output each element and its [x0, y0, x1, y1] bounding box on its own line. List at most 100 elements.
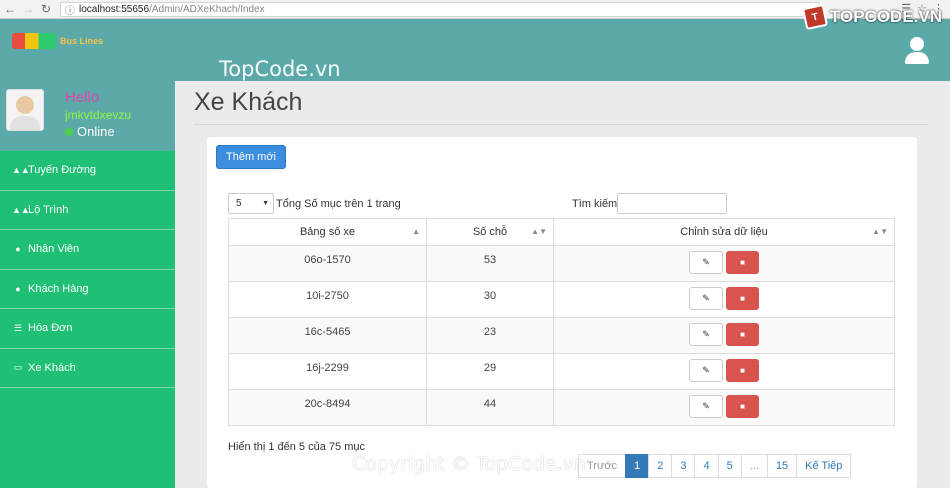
edit-button[interactable]: ✎	[689, 395, 723, 418]
online-status: Online	[65, 124, 115, 139]
delete-button[interactable]: ■	[726, 323, 759, 346]
user-account-icon[interactable]	[904, 37, 930, 65]
delete-button[interactable]: ■	[726, 395, 759, 418]
pagination-next[interactable]: Kế Tiếp	[796, 454, 852, 478]
page-title: Xe Khách	[194, 88, 303, 116]
sort-icon: ▲▼	[531, 227, 547, 236]
pagination-page-5[interactable]: 5	[717, 454, 742, 478]
user-profile: Hello jmkvtdxevzu Online	[0, 81, 175, 151]
logo-name: Bus Lines	[60, 36, 104, 46]
pagination-page-1[interactable]: 1	[625, 454, 650, 478]
reload-icon[interactable]: ↻	[38, 1, 54, 17]
sidebar-item-lo-trinh[interactable]: ▲▲ Lộ Trình	[0, 191, 175, 230]
pagination-page-15[interactable]: 15	[766, 454, 798, 478]
content-panel: Thêm mới 5 ▼ Tổng Số mục trên 1 trang Tì…	[207, 137, 917, 488]
road-icon: ▲▲	[12, 165, 30, 176]
trash-icon: ■	[740, 402, 745, 411]
back-icon[interactable]: ←	[2, 1, 18, 17]
chevron-down-icon: ▼	[262, 200, 269, 207]
column-header-actions[interactable]: Chỉnh sửa dữ liệu ▲▼	[553, 218, 895, 246]
plate-cell: 06o-1570	[228, 245, 427, 282]
sidebar-item-label: Khách Hàng	[28, 282, 89, 295]
page-size-value: 5	[236, 198, 242, 209]
edit-button[interactable]: ✎	[689, 359, 723, 382]
edit-icon: ✎	[702, 365, 710, 375]
plate-cell: 10i-2750	[228, 281, 427, 318]
edit-icon: ✎	[702, 401, 710, 411]
credit-card-icon: ▭	[13, 362, 23, 373]
forward-icon[interactable]: →	[20, 1, 36, 17]
sidebar-item-xe-khach[interactable]: ▭ Xe Khách	[0, 349, 175, 388]
trash-icon: ■	[740, 366, 745, 375]
top-header: Bus Lines TopCode.vn T TOPCODE.VN	[0, 3, 950, 81]
pagination-page-2[interactable]: 2	[648, 454, 673, 478]
column-header-seats[interactable]: Số chỗ ▲▼	[426, 218, 554, 246]
road-icon: ▲▲	[12, 204, 30, 215]
seats-cell: 29	[426, 353, 554, 390]
watermark: TopCode.vn	[219, 57, 341, 81]
table-row: 16c-5465 23 ✎ ■	[228, 317, 895, 354]
brand-logo: T TOPCODE.VN	[801, 3, 942, 31]
add-new-button[interactable]: Thêm mới	[216, 145, 286, 169]
sidebar-item-label: Hóa Đơn	[28, 322, 73, 335]
divider	[194, 124, 928, 125]
bus-logo-icon	[12, 33, 56, 49]
plate-cell: 16j-2299	[228, 353, 427, 390]
seats-cell: 53	[426, 245, 554, 282]
brand-name: TOPCODE.VN	[829, 7, 942, 26]
table-info: Hiển thị 1 đến 5 của 75 mục	[228, 441, 365, 453]
delete-button[interactable]: ■	[726, 287, 759, 310]
greeting: Hello	[65, 89, 100, 106]
brand-badge-icon: T	[801, 3, 828, 31]
address-bar[interactable]: ⓘ localhost:55656/Admin/ADXeKhach/Index	[60, 1, 820, 17]
sort-icon: ▲▼	[872, 227, 888, 236]
pagination-ellipsis: ...	[740, 454, 768, 478]
sidebar-item-label: Tuyến Đường	[28, 164, 96, 177]
status-dot-icon	[65, 127, 73, 136]
sidebar-item-khach-hang[interactable]: ● Khách Hàng	[0, 270, 175, 309]
sidebar: Hello jmkvtdxevzu Online ▲▲ Tuyến Đường …	[0, 81, 175, 488]
edit-icon: ✎	[702, 329, 710, 339]
actions-cell: ✎ ■	[553, 353, 895, 390]
table-row: 16j-2299 29 ✎ ■	[228, 353, 895, 390]
sidebar-item-label: Nhân Viên	[28, 243, 80, 256]
info-icon: ⓘ	[65, 5, 75, 17]
seats-cell: 23	[426, 317, 554, 354]
trash-icon: ■	[740, 330, 745, 339]
plate-cell: 20c-8494	[228, 389, 427, 426]
delete-button[interactable]: ■	[726, 359, 759, 382]
pagination: Trước 1 2 3 4 5 ... 15 Kế Tiếp	[578, 454, 852, 478]
sidebar-item-hoa-don[interactable]: ☰ Hóa Đơn	[0, 309, 175, 349]
column-header-plate[interactable]: Bảng số xe ▲	[228, 218, 427, 246]
sidebar-item-nhan-vien[interactable]: ● Nhân Viên	[0, 230, 175, 270]
actions-cell: ✎ ■	[553, 389, 895, 426]
actions-cell: ✎ ■	[553, 317, 895, 354]
user-icon: ●	[15, 244, 21, 255]
edit-button[interactable]: ✎	[689, 287, 723, 310]
pagination-page-3[interactable]: 3	[671, 454, 696, 478]
sort-asc-icon: ▲	[412, 227, 420, 236]
search-label: Tìm kiếm:	[572, 198, 621, 210]
edit-icon: ✎	[702, 257, 710, 267]
plate-cell: 16c-5465	[228, 317, 427, 354]
table-row: 06o-1570 53 ✎ ■	[228, 245, 895, 282]
actions-cell: ✎ ■	[553, 281, 895, 318]
actions-cell: ✎ ■	[553, 245, 895, 282]
logo[interactable]: Bus Lines	[12, 33, 103, 49]
page-size-select[interactable]: 5 ▼	[228, 193, 274, 214]
edit-button[interactable]: ✎	[689, 251, 723, 274]
delete-button[interactable]: ■	[726, 251, 759, 274]
page-size-label: Tổng Số mục trên 1 trang	[276, 198, 401, 210]
copyright-watermark: Copyright © TopCode.vn	[352, 453, 586, 475]
url-host: localhost:55656	[79, 3, 150, 15]
sidebar-item-label: Lộ Trình	[28, 203, 69, 216]
pagination-page-4[interactable]: 4	[694, 454, 719, 478]
vehicle-table: Bảng số xe ▲ Số chỗ ▲▼ Chỉnh sửa dữ liệu…	[228, 218, 895, 426]
sidebar-item-tuyen-duong[interactable]: ▲▲ Tuyến Đường	[0, 151, 175, 191]
search-input[interactable]	[617, 193, 727, 214]
sidebar-item-label: Xe Khách	[28, 361, 76, 374]
trash-icon: ■	[740, 294, 745, 303]
edit-button[interactable]: ✎	[689, 323, 723, 346]
user-icon: ●	[15, 283, 21, 294]
avatar	[6, 89, 44, 131]
